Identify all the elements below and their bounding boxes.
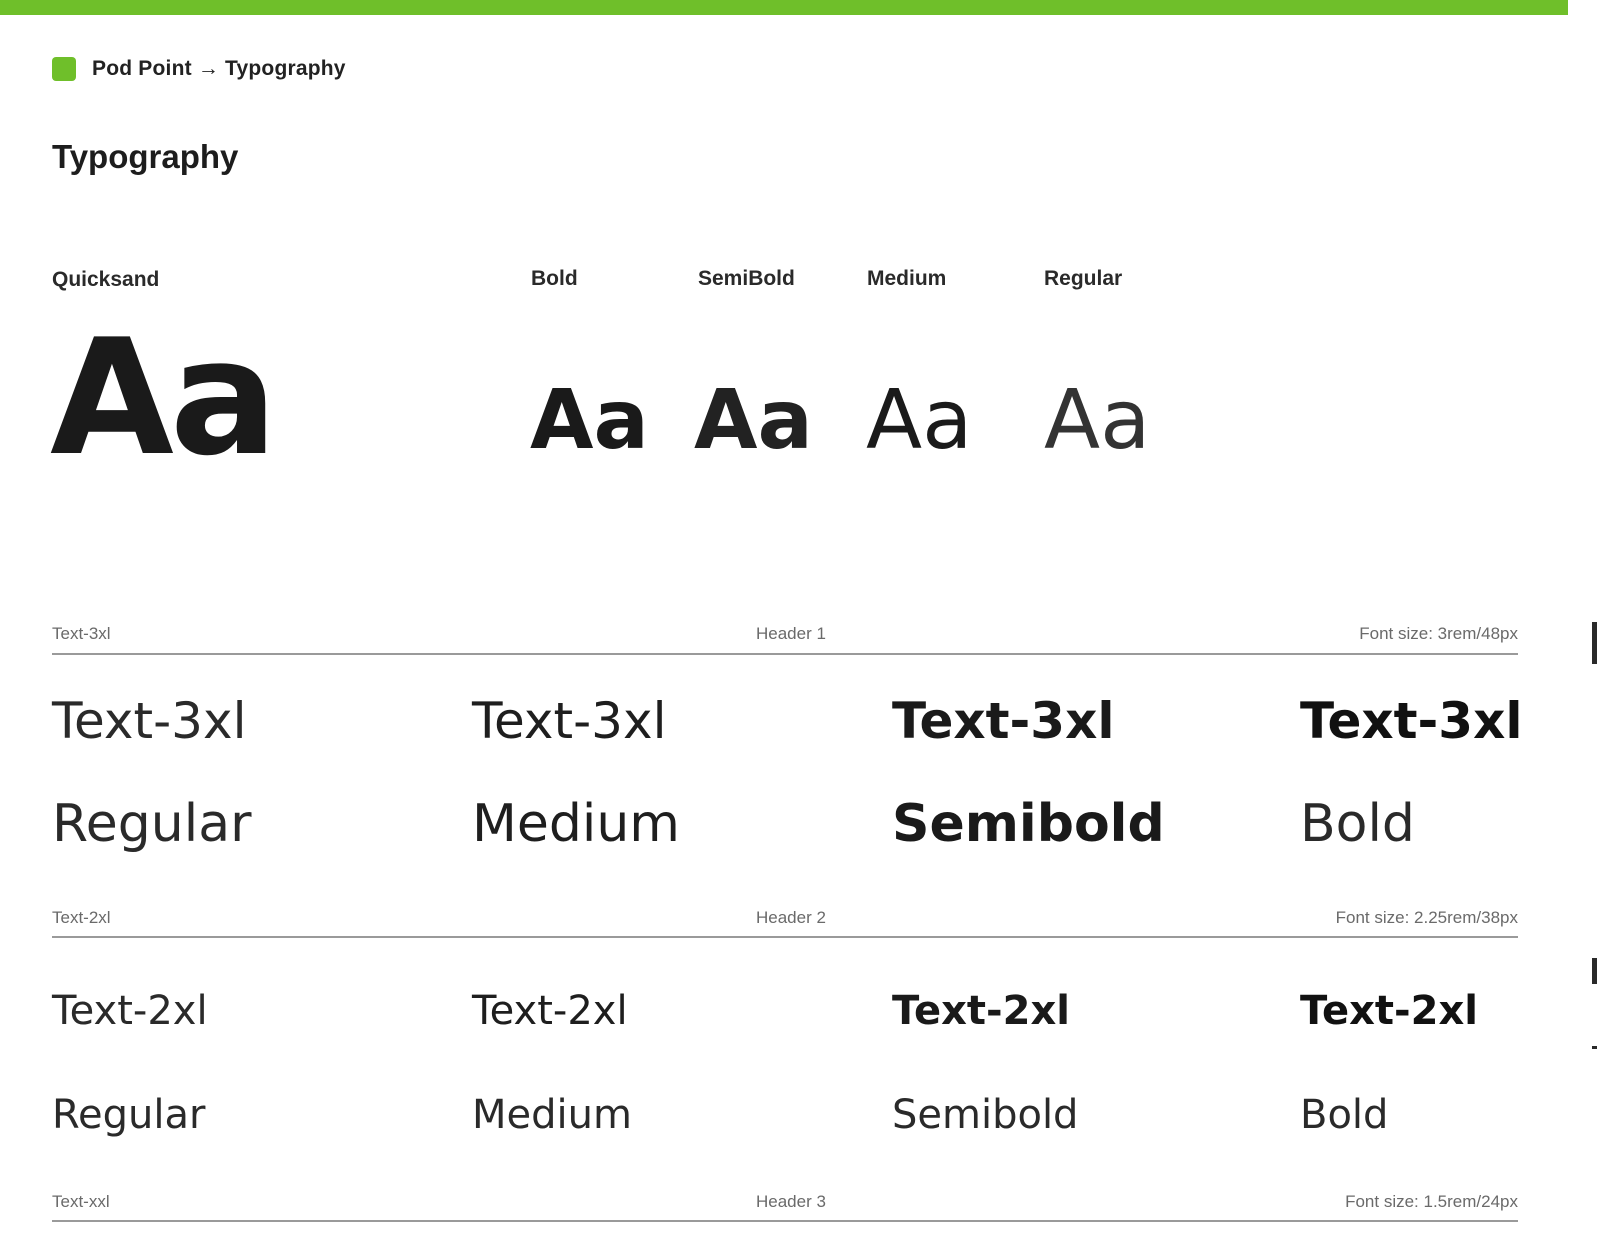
section-token-label: Text-2xl [52,908,111,927]
section-divider [52,1220,1518,1222]
section-role-label: Header 3 [756,1192,826,1211]
sample-text-3xl-semibold: Text-3xl [892,692,1115,750]
edge-mark [1592,1046,1597,1049]
weight-sample-medium: Aa [866,373,973,468]
section-divider [52,936,1518,938]
section-size-note: Font size: 3rem/48px [1359,624,1518,643]
weight-name-semibold: Semibold [892,1092,1079,1138]
sample-text-2xl-bold: Text-2xl [1300,988,1478,1034]
breadcrumb[interactable]: Pod Point → Typography [52,57,346,81]
right-edge-strip [1590,0,1608,1254]
weight-name-medium: Medium [472,1092,632,1138]
sample-text-3xl-regular: Text-3xl [52,692,247,750]
section-role-label: Header 2 [756,908,826,927]
weight-sample-semibold: Aa [694,373,813,468]
font-family-label: Quicksand [52,268,160,291]
breadcrumb-text[interactable]: Pod Point → Typography [92,57,346,81]
weight-name-bold: Bold [1300,794,1415,854]
weight-sample-regular: Aa [1044,373,1151,468]
pod-point-logo-icon [52,57,76,81]
weight-sample-bold: Aa [530,373,649,468]
weight-label-medium: Medium [867,267,947,290]
edge-mark [1592,622,1597,664]
sample-text-3xl-bold: Text-3xl [1300,692,1523,750]
weight-label-semibold: SemiBold [698,267,795,290]
weight-label-bold: Bold [531,267,578,290]
weight-name-bold: Bold [1300,1092,1389,1138]
weight-label-regular: Regular [1044,267,1123,290]
page-title: Typography [52,138,239,175]
section-token-label: Text-3xl [52,624,111,643]
edge-mark [1592,958,1597,984]
accent-top-bar [0,0,1568,15]
weight-name-regular: Regular [52,794,252,854]
sample-text-2xl-semibold: Text-2xl [892,988,1070,1034]
section-role-label: Header 1 [756,624,826,643]
section-token-label: Text-xxl [52,1192,110,1211]
typography-page: Pod Point → Typography Typography Quicks… [0,0,1608,1254]
weight-name-regular: Regular [52,1092,206,1138]
weight-name-semibold: Semibold [892,794,1165,854]
weight-name-medium: Medium [472,794,680,854]
sample-text-3xl-medium: Text-3xl [472,692,667,750]
sample-text-2xl-medium: Text-2xl [472,988,628,1034]
font-family-sample: Aa [50,304,278,491]
sample-text-2xl-regular: Text-2xl [52,988,208,1034]
section-divider [52,653,1518,655]
section-size-note: Font size: 1.5rem/24px [1345,1192,1518,1211]
section-size-note: Font size: 2.25rem/38px [1335,908,1518,927]
